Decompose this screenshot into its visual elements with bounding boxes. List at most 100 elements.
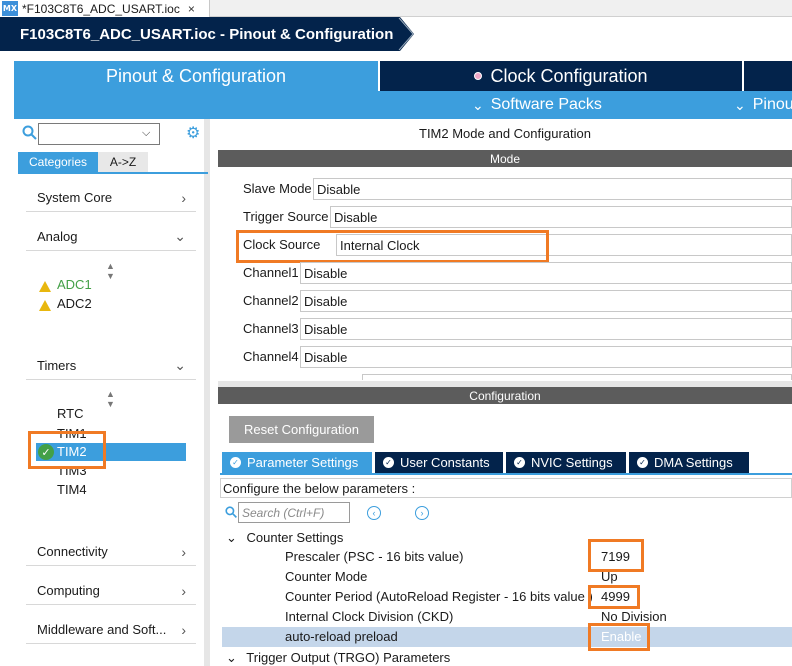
group-label: Analog [37,229,78,244]
prescaler-highlight-box [588,539,644,572]
breadcrumb-arrow-icon [396,17,414,51]
chevron-right-icon: › [181,543,186,560]
channel2-label: Channel2 [243,293,299,308]
group-label: Computing [37,583,100,598]
param-value[interactable]: No Division [601,609,667,624]
check-icon: ✓ [637,457,648,468]
chevron-right-icon: › [181,582,186,599]
software-packs-menu[interactable]: ⌄ Software Packs [472,91,602,119]
channel2-select[interactable]: Disable [300,290,792,312]
trgo-group[interactable]: ⌄ Trigger Output (TRGO) Parameters [226,650,450,666]
group-computing[interactable]: Computing › [26,577,196,605]
tab-more[interactable] [744,61,792,91]
pinout-menu-label: Pinout [752,96,792,113]
config-hint: Configure the below parameters : [220,478,792,498]
group-connectivity[interactable]: Connectivity › [26,538,196,566]
channel1-label: Channel1 [243,265,299,280]
param-row-auto-reload-preload[interactable]: auto-reload preload Enable [222,627,792,647]
tim2-highlight-box [28,431,106,469]
file-tab-title: *F103C8T6_ADC_USART.ioc [22,1,180,16]
param-name: Counter Period (AutoReload Register - 16… [285,589,593,604]
chevron-down-icon: ⌄ [226,530,237,545]
chevron-down-icon: ⌄ [734,96,746,113]
group-timers[interactable]: Timers ⌄ [26,352,196,380]
sort-icon[interactable]: ▲ ▼ [106,261,115,281]
counter-settings-group[interactable]: ⌄ Counter Settings [226,530,343,546]
check-icon: ✓ [514,457,525,468]
channel3-select[interactable]: Disable [300,318,792,340]
breadcrumb[interactable]: F103C8T6_ADC_USART.ioc - Pinout & Config… [0,17,398,51]
unsaved-dot-icon [474,72,483,80]
param-row-counter-mode[interactable]: Counter Mode Up [222,567,792,587]
chevron-down-icon: ⌄ [174,357,186,373]
tab-label: User Constants [400,455,490,470]
pinout-menu[interactable]: ⌄ Pinout [734,91,792,119]
tab-categories[interactable]: Categories [18,152,98,172]
chevron-down-icon[interactable]: ⌵ [142,127,150,140]
file-tab[interactable]: MX *F103C8T6_ADC_USART.ioc × [0,0,210,17]
next-match-icon[interactable]: › [415,506,429,520]
tab-nvic-settings[interactable]: ✓ NVIC Settings [506,452,626,473]
group-label: Connectivity [37,544,108,559]
channel4-label: Channel4 [243,349,299,364]
chevron-right-icon: › [181,189,186,206]
param-row-clock-division[interactable]: Internal Clock Division (CKD) No Divisio… [222,607,792,627]
peripheral-adc2[interactable]: ADC2 [57,296,92,311]
param-name: Counter Mode [285,569,368,584]
group-middleware[interactable]: Middleware and Soft... › [26,616,196,644]
group-label: Counter Settings [246,530,344,545]
chevron-down-icon: ⌄ [226,650,237,665]
software-packs-label: Software Packs [490,96,602,113]
chevron-right-icon: › [181,621,186,638]
tab-user-constants[interactable]: ✓ User Constants [375,452,503,473]
configuration-header: Configuration [218,387,792,404]
trigger-source-select[interactable]: Disable [330,206,792,228]
group-system-core[interactable]: System Core › [26,184,196,212]
peripheral-adc1[interactable]: ADC1 [57,277,92,292]
tab-dma-settings[interactable]: ✓ DMA Settings [629,452,749,473]
channel3-label: Channel3 [243,321,299,336]
peripheral-tim4[interactable]: TIM4 [57,482,87,497]
param-row-prescaler[interactable]: Prescaler (PSC - 16 bits value) 7199 [222,547,792,567]
channel4-select[interactable]: Disable [300,346,792,368]
tab-clock-configuration[interactable]: Clock Configuration [380,61,742,91]
search-icon [225,506,237,518]
slave-mode-select[interactable]: Disable [313,178,792,200]
group-label: Timers [37,358,77,373]
gear-icon[interactable]: ⚙ [186,123,200,143]
tab-pinout-configuration[interactable]: Pinout & Configuration [14,61,378,91]
group-label: Middleware and Soft... [37,622,167,637]
sub-menu-bar [14,91,792,119]
next-field-edge [362,374,792,380]
chevron-down-icon: ⌄ [472,96,484,113]
page-title: TIM2 Mode and Configuration [419,126,591,141]
warning-icon [39,300,51,311]
tab-label: Parameter Settings [247,455,359,470]
tab-parameter-settings[interactable]: ✓ Parameter Settings [222,452,372,473]
counter-period-highlight-box [588,585,640,609]
stm32cubemx-icon: MX [2,1,18,16]
param-name: auto-reload preload [285,629,398,644]
group-label: Trigger Output (TRGO) Parameters [246,650,451,665]
peripheral-rtc[interactable]: RTC [57,406,83,421]
sort-icon[interactable]: ▲ ▼ [106,389,115,409]
slave-mode-label: Slave Mode [243,181,312,196]
param-name: Internal Clock Division (CKD) [285,609,454,624]
parameter-search-input[interactable]: Search (Ctrl+F) [238,502,350,523]
tab-a-to-z[interactable]: A->Z [98,152,148,172]
param-name: Prescaler (PSC - 16 bits value) [285,549,464,564]
group-analog[interactable]: Analog ⌄ [26,223,196,251]
tab-clock-label: Clock Configuration [490,65,648,86]
param-row-counter-period[interactable]: Counter Period (AutoReload Register - 16… [222,587,792,607]
reset-configuration-button[interactable]: Reset Configuration [229,416,374,443]
tab-underline [18,172,208,174]
mode-header: Mode [218,150,792,167]
close-icon[interactable]: × [188,2,195,16]
tab-underline [220,473,792,475]
channel1-select[interactable]: Disable [300,262,792,284]
check-icon: ✓ [230,457,241,468]
warning-icon [39,281,51,292]
auto-reload-highlight-box [588,623,650,651]
search-icon[interactable] [22,125,38,141]
previous-match-icon[interactable]: ‹ [367,506,381,520]
